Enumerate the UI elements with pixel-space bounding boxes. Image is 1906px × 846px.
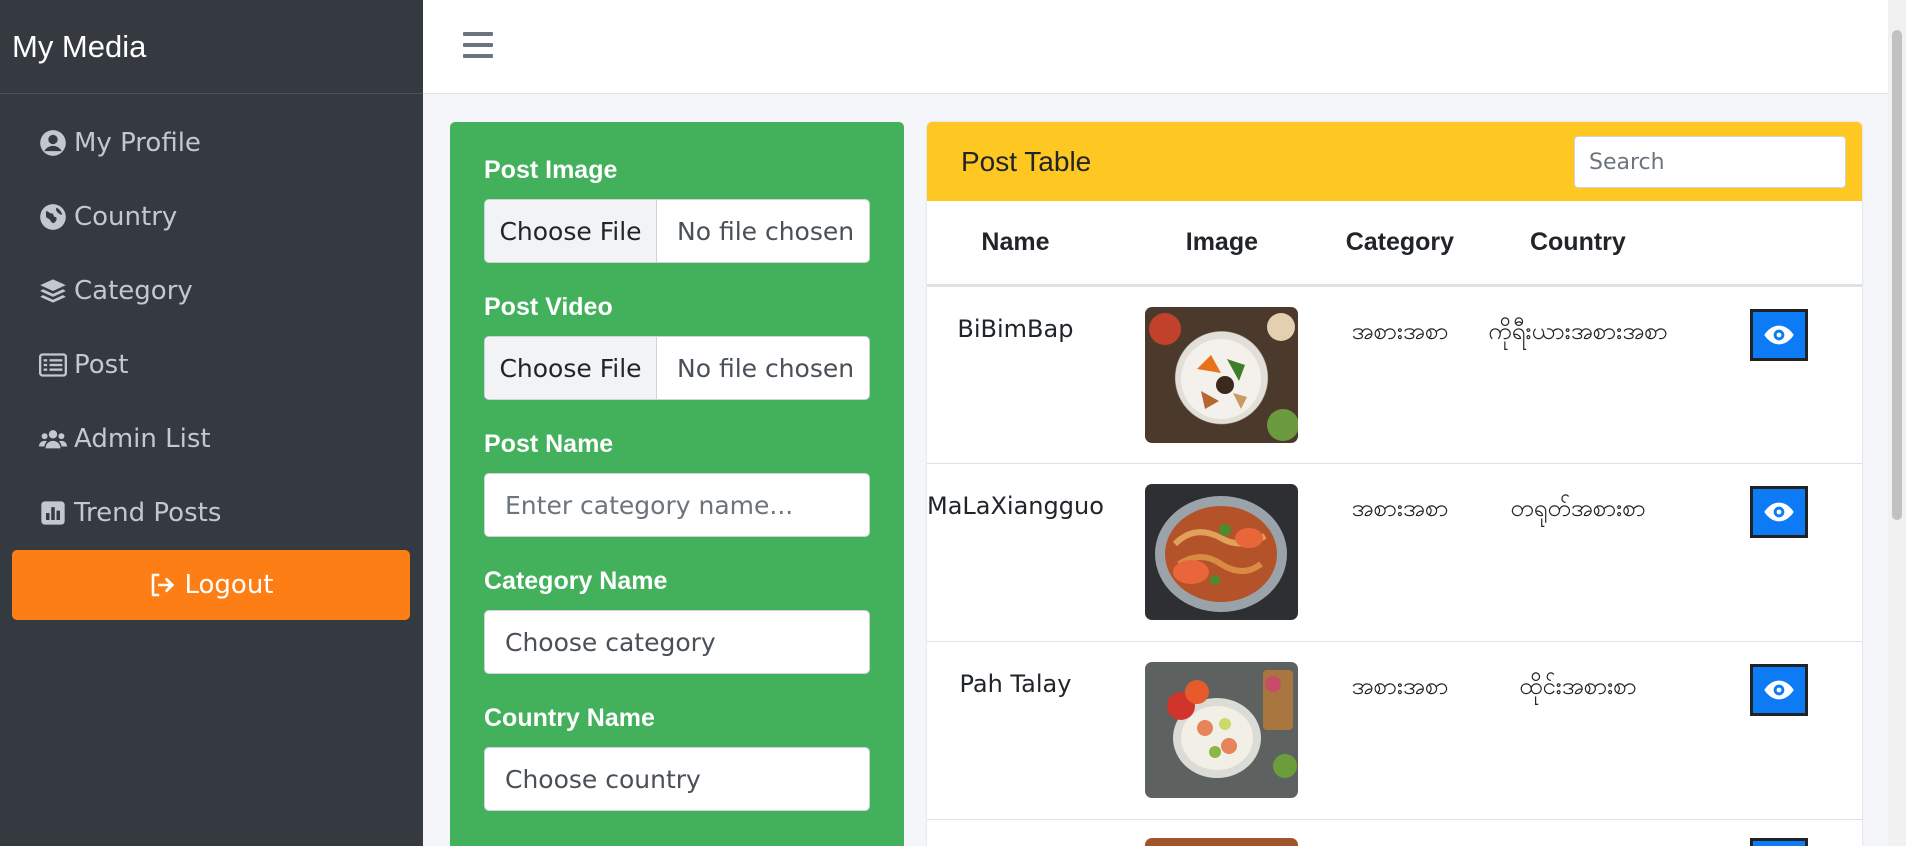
sidebar-item-admin-list[interactable]: Admin List (0, 402, 423, 476)
food-image-malaxiangguo (1145, 483, 1299, 620)
view-button[interactable] (1749, 485, 1808, 538)
table-row: MaLaXiangguo အစားအစာ တရုတ်အစားစာ (927, 463, 1862, 642)
file-status-text: No file chosen (677, 353, 855, 383)
sidebar-item-label: My Profile (74, 128, 201, 158)
column-header-image: Image (1103, 201, 1340, 287)
sidebar-item-label: Category (74, 276, 193, 306)
cell-name: Pah Talay (927, 641, 1104, 820)
sidebar-item-category[interactable]: Category (0, 254, 423, 328)
cell-country: ထိုင်းအစားစာ (1459, 641, 1696, 820)
sidebar-item-label: Post (74, 350, 129, 380)
table-row: Pah Talay အစားအစာ ထိုင်းအစားစာ (927, 641, 1862, 820)
post-video-file-input[interactable]: Choose File No file chosen (484, 336, 870, 400)
cell-category: အစားအစာ (1339, 285, 1460, 464)
user-circle-icon (38, 128, 68, 158)
choose-file-button[interactable]: Choose File (485, 337, 657, 399)
scrollbar-thumb[interactable] (1892, 30, 1902, 520)
sidebar-item-my-profile[interactable]: My Profile (0, 106, 423, 180)
globe-icon (38, 202, 68, 232)
post-table: Name Image Category Country BiBimBap အစာ… (927, 201, 1862, 846)
hamburger-menu-icon[interactable] (463, 32, 493, 58)
country-name-label: Country Name (484, 704, 655, 732)
sidebar-item-label: Country (74, 202, 178, 232)
file-status-text: No file chosen (677, 216, 855, 246)
list-icon (38, 350, 68, 380)
sidebar-item-trend-posts[interactable]: Trend Posts (0, 476, 423, 550)
food-image-pah-talay (1145, 661, 1299, 798)
view-button[interactable] (1749, 837, 1808, 846)
view-button[interactable] (1749, 308, 1808, 361)
table-header-row: Name Image Category Country (927, 201, 1862, 287)
brand-title[interactable]: My Media (0, 0, 423, 94)
sidebar-nav: My Profile Country Category Post Admin L… (0, 94, 423, 550)
post-name-input[interactable] (484, 473, 870, 537)
chart-icon (38, 498, 68, 528)
table-row: BiBimBap အစားအစာ ကိုရီးယားအစားအစာ (927, 285, 1862, 464)
sidebar-item-country[interactable]: Country (0, 180, 423, 254)
logout-label: Logout (184, 570, 274, 600)
post-name-label: Post Name (484, 430, 614, 458)
food-image-bibimbap (1145, 306, 1299, 443)
column-header-name: Name (927, 201, 1104, 287)
eye-icon (1764, 325, 1794, 344)
table-card-header: Post Table (927, 122, 1862, 201)
layers-icon (38, 276, 68, 306)
food-image-partial (1145, 837, 1299, 846)
post-video-label: Post Video (484, 293, 613, 321)
cell-country: ကိုရီးယားအစားအစာ (1459, 285, 1696, 464)
search-input[interactable] (1575, 137, 1845, 187)
column-header-actions (1695, 201, 1862, 287)
cell-name: BiBimBap (927, 285, 1104, 464)
logout-button[interactable]: Logout (12, 550, 410, 620)
post-table-card: Post Table Name Image Category Country B… (927, 122, 1862, 846)
view-button[interactable] (1749, 663, 1808, 716)
country-select[interactable]: Choose country (484, 747, 870, 811)
search-group (1574, 136, 1846, 188)
page-scrollbar[interactable] (1888, 0, 1906, 846)
sidebar: My Media My Profile Country Category Pos… (0, 0, 423, 846)
category-select[interactable]: Choose category (484, 610, 870, 674)
column-header-category: Category (1339, 201, 1460, 287)
cell-category: အစားအစာ (1339, 463, 1460, 642)
eye-icon (1764, 502, 1794, 521)
cell-category: အစားအစာ (1339, 641, 1460, 820)
sidebar-item-post[interactable]: Post (0, 328, 423, 402)
cell-name: MaLaXiangguo (927, 463, 1104, 642)
column-header-country: Country (1459, 201, 1696, 287)
sidebar-item-label: Trend Posts (74, 498, 222, 528)
top-navbar (423, 0, 1888, 94)
sidebar-item-label: Admin List (74, 424, 211, 454)
choose-file-button[interactable]: Choose File (485, 200, 657, 262)
post-image-file-input[interactable]: Choose File No file chosen (484, 199, 870, 263)
eye-icon (1764, 680, 1794, 699)
category-name-label: Category Name (484, 567, 668, 595)
users-icon (38, 424, 68, 454)
table-title: Post Table (961, 145, 1092, 177)
post-image-label: Post Image (484, 156, 618, 184)
table-row (927, 819, 1862, 846)
cell-country: တရုတ်အစားစာ (1459, 463, 1696, 642)
logout-icon (152, 573, 175, 597)
post-form-card: Post Image Choose File No file chosen Po… (450, 122, 904, 846)
